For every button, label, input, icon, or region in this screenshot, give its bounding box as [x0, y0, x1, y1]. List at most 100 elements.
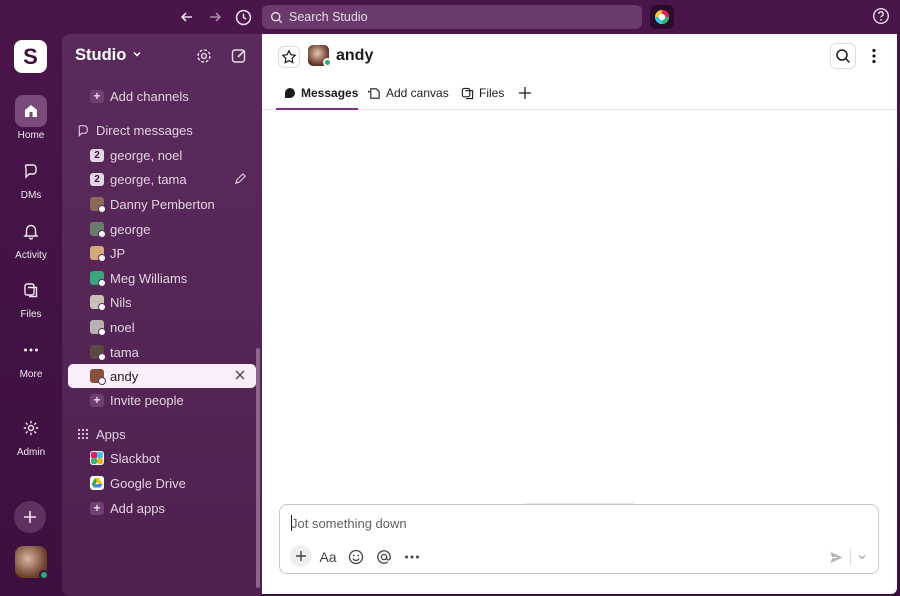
member-count-badge: 2	[90, 148, 104, 162]
forward-arrow-icon[interactable]	[204, 6, 226, 28]
more-actions-icon[interactable]	[402, 547, 422, 567]
workspace-switcher[interactable]: Studio	[75, 46, 142, 65]
emoji-icon[interactable]	[346, 547, 366, 567]
sidebar-item-george-tama[interactable]: 2 george, tama	[68, 167, 256, 191]
rail-label-home: Home	[17, 130, 45, 141]
create-new-button[interactable]	[14, 501, 46, 533]
close-icon[interactable]	[234, 369, 248, 383]
ai-assistant-icon[interactable]	[650, 5, 674, 29]
invite-people-label: Invite people	[110, 392, 184, 408]
app-label: Google Drive	[110, 475, 186, 491]
plus-icon	[296, 551, 306, 561]
back-arrow-icon[interactable]	[176, 6, 198, 28]
history-clock-icon[interactable]	[232, 6, 254, 28]
bell-icon	[15, 215, 47, 247]
add-channels-label: Add channels	[110, 88, 189, 104]
dm-section-icon	[76, 123, 90, 137]
avatar	[90, 295, 106, 311]
rail-item-activity[interactable]: Activity	[0, 215, 62, 261]
tab-add-canvas[interactable]: Add canvas	[368, 86, 449, 110]
conversation-title[interactable]: andy	[336, 47, 373, 65]
tab-label: Messages	[301, 86, 359, 100]
avatar	[90, 345, 106, 361]
workspace-logo[interactable]: S	[14, 40, 47, 73]
message-bubble-icon	[284, 87, 296, 102]
rail-item-more[interactable]: More	[0, 334, 62, 380]
send-icon[interactable]	[826, 547, 846, 567]
attach-plus-button[interactable]	[290, 545, 312, 567]
search-placeholder: Search Studio	[289, 10, 368, 24]
dm-label: george	[110, 221, 151, 237]
plus-icon: +	[90, 89, 104, 103]
rail-item-home[interactable]: Home	[0, 95, 62, 141]
member-count-badge: 2	[90, 172, 104, 186]
more-icon	[15, 334, 47, 366]
search-icon	[270, 11, 283, 23]
invite-people-button[interactable]: + Invite people	[68, 388, 256, 412]
rail-label-activity: Activity	[15, 250, 47, 261]
tab-label: Add canvas	[386, 86, 449, 100]
add-tab-plus-icon[interactable]	[518, 84, 532, 105]
add-channels-button[interactable]: + Add channels	[68, 84, 256, 108]
schedule-chevron-down-icon[interactable]	[854, 549, 870, 565]
rail-label-more: More	[19, 369, 43, 380]
rail-item-admin[interactable]: Admin	[0, 412, 62, 458]
avatar	[90, 271, 106, 287]
chevron-down-icon	[132, 49, 142, 62]
sidebar-item-nils[interactable]: Nils	[68, 290, 256, 314]
online-status-dot	[39, 570, 49, 580]
conversation-pane: andy Messages Add canvas Files Jot somet…	[262, 34, 897, 594]
channel-sidebar: Studio + Add channels Direct messages 2 …	[62, 34, 262, 596]
sidebar-item-meg-williams[interactable]: Meg Williams	[68, 266, 256, 290]
plus-icon	[24, 511, 36, 523]
sidebar-item-george[interactable]: george	[68, 217, 256, 241]
dm-label: george, noel	[110, 147, 183, 163]
sidebar-item-george-noel[interactable]: 2 george, noel	[68, 143, 256, 167]
more-options-icon[interactable]	[864, 45, 884, 67]
sidebar-item-google-drive[interactable]: Google Drive	[68, 471, 256, 495]
rail-item-files[interactable]: Files	[0, 274, 62, 320]
gear-icon	[15, 412, 47, 444]
sidebar-item-danny-pemberton[interactable]: Danny Pemberton	[68, 192, 256, 216]
channel-header: andy	[262, 34, 897, 78]
dm-label: Meg Williams	[110, 270, 188, 286]
direct-messages-section[interactable]: Direct messages	[68, 118, 256, 142]
search-bar[interactable]: Search Studio	[262, 5, 642, 29]
avatar	[90, 320, 106, 336]
plus-icon: +	[90, 393, 104, 407]
avatar	[90, 222, 106, 238]
sidebar-item-slackbot[interactable]: Slackbot	[68, 446, 256, 470]
star-icon[interactable]	[278, 46, 300, 68]
tab-files[interactable]: Files	[461, 86, 504, 110]
home-icon	[15, 95, 47, 127]
avatar	[90, 197, 106, 213]
sidebar-item-andy[interactable]: andy	[68, 364, 256, 388]
sidebar-item-noel[interactable]: noel	[68, 315, 256, 339]
message-input[interactable]: Jot something down	[291, 516, 407, 531]
mention-icon[interactable]	[374, 547, 394, 567]
pencil-icon[interactable]	[234, 172, 248, 186]
top-bar: Search Studio	[0, 0, 900, 34]
search-icon[interactable]	[830, 43, 856, 69]
workspace-name: Studio	[75, 46, 127, 64]
settings-gear-icon[interactable]	[195, 47, 213, 65]
google-drive-icon	[90, 476, 104, 490]
tab-messages[interactable]: Messages	[276, 86, 358, 110]
send-divider	[850, 549, 851, 565]
sidebar-item-tama[interactable]: tama	[68, 340, 256, 364]
sidebar-scrollbar[interactable]	[256, 348, 260, 588]
add-apps-label: Add apps	[110, 500, 165, 516]
grid-icon	[76, 427, 90, 441]
slackbot-icon	[90, 451, 104, 465]
apps-section[interactable]: Apps	[68, 422, 256, 446]
formatting-button[interactable]: Aa	[318, 547, 338, 567]
tab-label: Files	[479, 86, 505, 100]
rail-item-dms[interactable]: DMs	[0, 155, 62, 201]
files-icon	[15, 274, 47, 306]
avatar	[90, 369, 106, 385]
add-apps-button[interactable]: + Add apps	[68, 496, 256, 520]
sidebar-item-jp[interactable]: JP	[68, 241, 256, 265]
help-icon[interactable]	[872, 7, 890, 25]
message-composer[interactable]: Jot something down Aa	[279, 504, 879, 574]
compose-icon[interactable]	[230, 47, 248, 65]
